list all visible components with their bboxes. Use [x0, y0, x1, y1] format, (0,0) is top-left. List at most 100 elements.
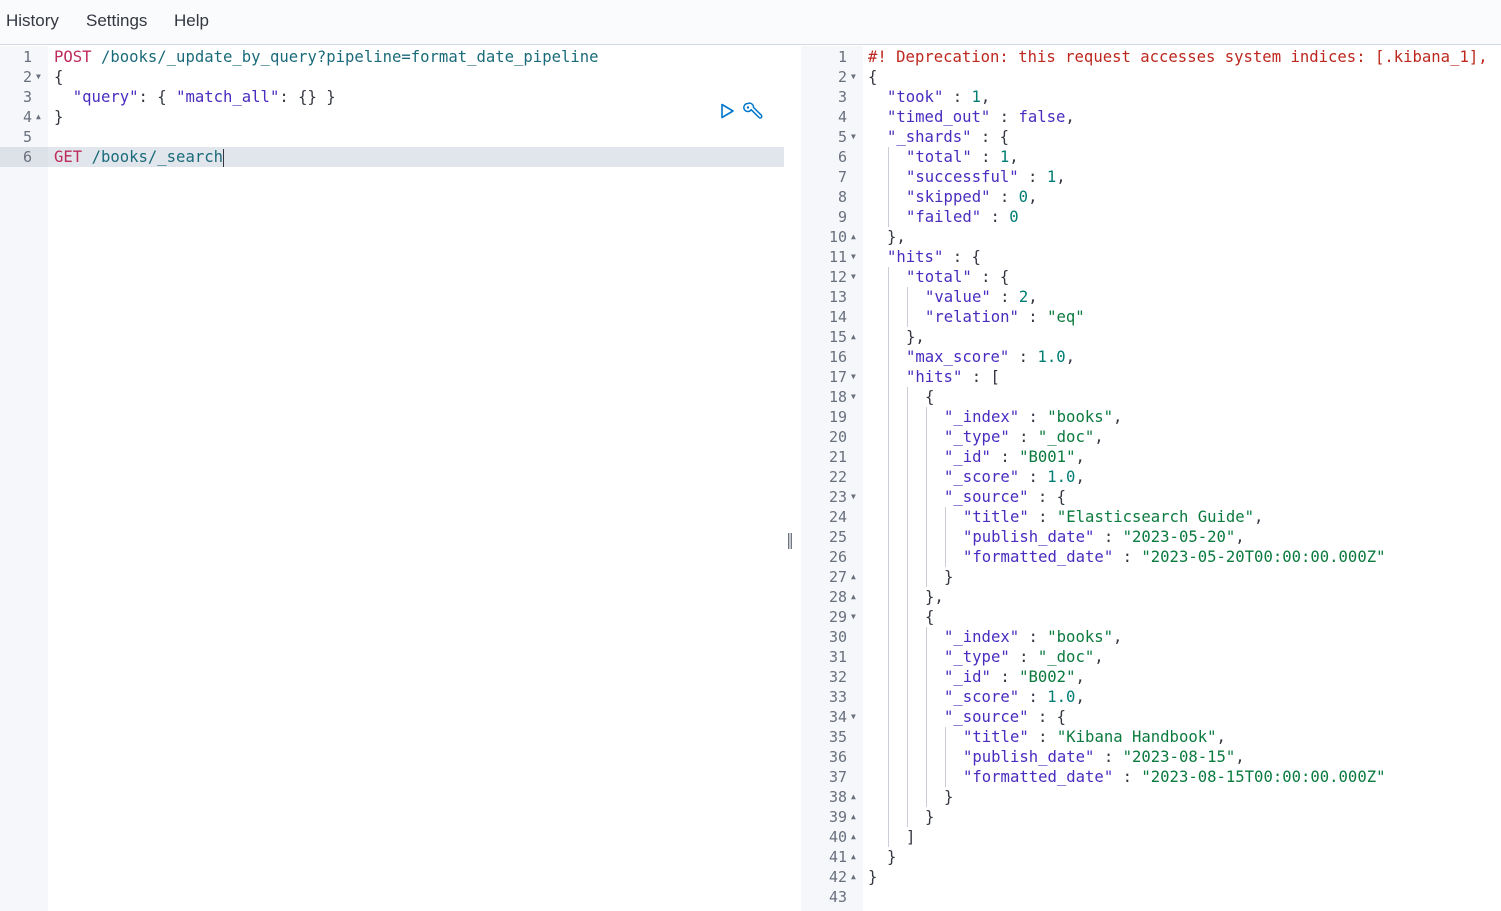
- fold-close-icon[interactable]: ▲: [851, 827, 856, 847]
- code-line[interactable]: {: [54, 67, 63, 87]
- indent-guide: [907, 807, 908, 827]
- code-line: },: [887, 227, 906, 247]
- code-token: "max_score": [906, 348, 1010, 366]
- indent-guide: [907, 707, 908, 727]
- code-token: "_id": [944, 448, 991, 466]
- fold-close-icon[interactable]: ▲: [851, 227, 856, 247]
- menu-help[interactable]: Help: [174, 11, 209, 31]
- line-number: 8: [837, 188, 847, 206]
- indent-guide: [926, 747, 927, 767]
- code-token: :: [1113, 768, 1142, 786]
- indent-guide: [888, 207, 889, 227]
- code-token: :: [971, 148, 1000, 166]
- code-token: "2023-05-20": [1122, 528, 1236, 546]
- wrench-icon[interactable]: [742, 101, 764, 121]
- indent-guide: [926, 687, 927, 707]
- fold-open-icon[interactable]: ▼: [851, 267, 856, 287]
- fold-close-icon[interactable]: ▲: [851, 867, 856, 887]
- fold-close-icon[interactable]: ▲: [851, 847, 856, 867]
- indent-guide: [907, 427, 908, 447]
- code-line[interactable]: POST /books/_update_by_query?pipeline=fo…: [54, 47, 599, 67]
- code-token: ,: [1094, 648, 1104, 666]
- code-token: {: [925, 388, 935, 406]
- fold-open-icon[interactable]: ▼: [851, 387, 856, 407]
- code-line: "_index" : "books",: [944, 407, 1122, 427]
- fold-open-icon[interactable]: ▼: [851, 247, 856, 267]
- fold-close-icon[interactable]: ▲: [851, 567, 856, 587]
- fold-open-icon[interactable]: ▼: [851, 367, 856, 387]
- fold-close-icon[interactable]: ▲: [36, 107, 41, 127]
- fold-close-icon[interactable]: ▲: [851, 807, 856, 827]
- code-token: : {: [1028, 708, 1067, 726]
- response-viewer: 1 #! Deprecation: this request accesses s…: [801, 46, 1501, 911]
- code-line: "_type" : "_doc",: [944, 427, 1104, 447]
- resize-handle-icon[interactable]: ‖: [786, 530, 794, 549]
- code-line[interactable]: GET /books/_search: [54, 147, 224, 167]
- code-token: "value": [925, 288, 991, 306]
- code-token: }: [54, 108, 64, 126]
- play-icon[interactable]: [718, 102, 736, 120]
- request-editor[interactable]: 1 POST /books/_update_by_query?pipeline=f…: [0, 46, 784, 911]
- code-line: {: [868, 67, 877, 87]
- line-number: 18: [828, 388, 847, 406]
- indent-guide: [888, 167, 889, 187]
- fold-close-icon[interactable]: ▲: [851, 787, 856, 807]
- indent-guide: [907, 587, 908, 607]
- code-token: ,: [1254, 508, 1264, 526]
- fold-open-icon[interactable]: ▼: [851, 707, 856, 727]
- code-token: "books": [1047, 408, 1113, 426]
- indent-guide: [926, 407, 927, 427]
- menu-history[interactable]: History: [6, 11, 59, 31]
- indent-guide: [888, 407, 889, 427]
- fold-open-icon[interactable]: ▼: [851, 127, 856, 147]
- line-number: 7: [837, 168, 847, 186]
- line-number: 35: [828, 728, 847, 746]
- code-token: :: [1009, 648, 1038, 666]
- line-number: 1: [837, 48, 847, 66]
- fold-close-icon[interactable]: ▲: [851, 327, 856, 347]
- line-number: 12: [828, 268, 847, 286]
- pane-divider[interactable]: [784, 46, 801, 911]
- indent-guide: [926, 527, 927, 547]
- indent-guide: [907, 387, 908, 407]
- indent-guide: [907, 767, 908, 787]
- menu-settings[interactable]: Settings: [86, 11, 147, 31]
- code-token: "eq": [1047, 308, 1085, 326]
- fold-open-icon[interactable]: ▼: [851, 607, 856, 627]
- fold-open-icon[interactable]: ▼: [851, 67, 856, 87]
- line-number: 19: [828, 408, 847, 426]
- indent-guide: [907, 607, 908, 627]
- code-line: "_source" : {: [944, 487, 1066, 507]
- code-line: "timed_out" : false,: [887, 107, 1075, 127]
- code-line: "skipped" : 0,: [906, 187, 1037, 207]
- code-line: },: [925, 587, 944, 607]
- indent-guide: [888, 367, 889, 387]
- fold-open-icon[interactable]: ▼: [36, 67, 41, 87]
- indent-guide: [907, 487, 908, 507]
- code-token: }: [868, 868, 878, 886]
- code-line: "failed" : 0: [906, 207, 1019, 227]
- indent-guide: [907, 567, 908, 587]
- line-number: 5: [22, 128, 32, 146]
- code-line[interactable]: "query": { "match_all": {} }: [54, 87, 336, 107]
- fold-close-icon[interactable]: ▲: [851, 587, 856, 607]
- code-line: "_type" : "_doc",: [944, 647, 1104, 667]
- code-token: ,: [1065, 108, 1075, 126]
- code-token: "_doc": [1037, 648, 1095, 666]
- code-token: "_type": [944, 428, 1010, 446]
- indent-guide: [945, 727, 946, 747]
- code-token: "skipped": [906, 188, 991, 206]
- code-token: :: [1028, 728, 1057, 746]
- code-token: "successful": [906, 168, 1019, 186]
- code-token: POST: [54, 48, 92, 66]
- code-line: "took" : 1,: [887, 87, 990, 107]
- indent-guide: [907, 627, 908, 647]
- code-token: 0: [1009, 208, 1019, 226]
- code-line[interactable]: }: [54, 107, 63, 127]
- code-token: ,: [1216, 728, 1226, 746]
- code-token: ,: [1235, 528, 1245, 546]
- code-token: "Kibana Handbook": [1056, 728, 1217, 746]
- fold-open-icon[interactable]: ▼: [851, 487, 856, 507]
- code-line: },: [906, 327, 925, 347]
- code-line: "formatted_date" : "2023-05-20T00:00:00.…: [963, 547, 1386, 567]
